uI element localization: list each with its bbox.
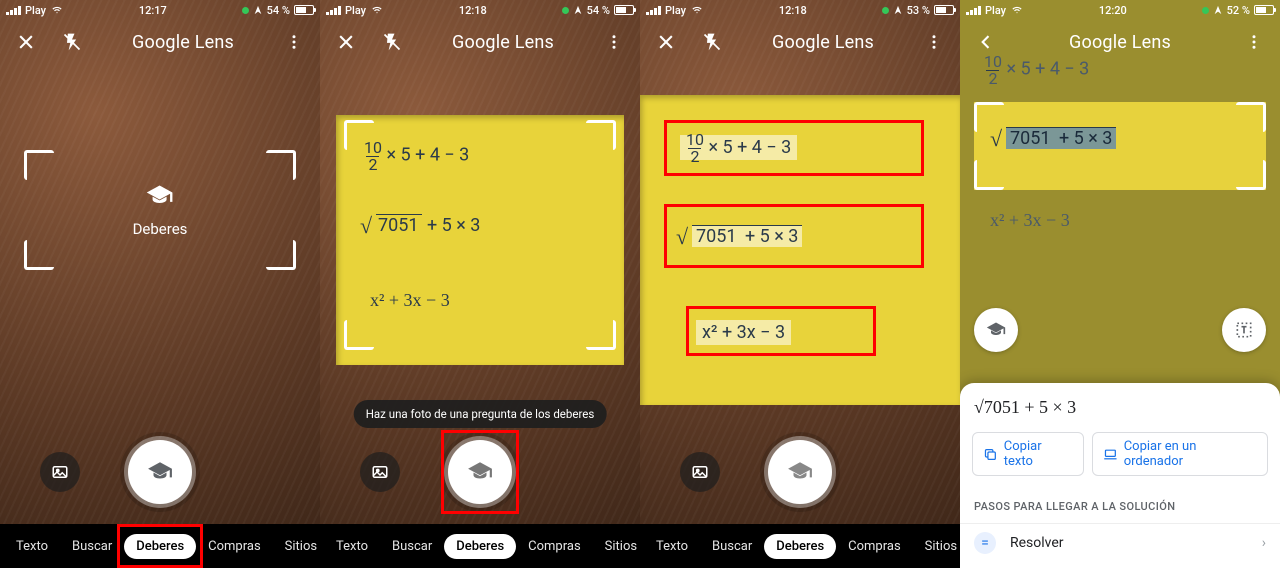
status-bar: Play 12:18 54 % [320, 0, 640, 20]
capture-controls [0, 440, 320, 504]
screen-4-solution: 102 × 5 + 4 − 3 7051 + 5 × 3 x² + 3x − 3… [960, 0, 1280, 568]
back-icon[interactable] [972, 28, 1000, 56]
recognized-math: √7051 + 5 × 3 [960, 383, 1280, 424]
app-title: Google Lens [132, 32, 234, 53]
mode-tab-texto[interactable]: Texto [4, 534, 60, 559]
more-icon[interactable] [920, 28, 948, 56]
app-bar: Google Lens [320, 20, 640, 64]
hint-tooltip: Haz una foto de una pregunta de los debe… [354, 400, 607, 428]
more-icon[interactable] [280, 28, 308, 56]
solve-label: Resolver [1010, 535, 1064, 551]
status-bar: Play 12:20 52 % [960, 0, 1280, 20]
text-select-fab[interactable] [1222, 308, 1266, 352]
app-bar: Google Lens [640, 20, 960, 64]
close-icon[interactable] [652, 28, 680, 56]
graduation-cap-icon [139, 182, 181, 210]
eq-3[interactable]: x² + 3x − 3 [696, 322, 791, 343]
close-icon[interactable] [12, 28, 40, 56]
eq-2[interactable]: 7051 + 5 × 3 [680, 226, 960, 247]
chevron-right-icon: › [1262, 535, 1266, 551]
mode-bar: Texto Buscar Deberes Compras Sitios [320, 524, 640, 568]
app-bar: Google Lens [0, 20, 320, 64]
battery-pct: 54 % [267, 4, 290, 17]
eq-1: 102 × 5 + 4 − 3 [364, 140, 469, 173]
eq-3-dim: x² + 3x − 3 [990, 210, 1070, 231]
mode-label: Deberes [133, 220, 188, 238]
chip-copy-to-pc[interactable]: Copiar en un ordenador [1092, 432, 1268, 476]
gallery-button[interactable] [40, 452, 80, 492]
solve-row[interactable]: = Resolver › [960, 523, 1280, 568]
copy-icon [983, 447, 998, 462]
gallery-button[interactable] [680, 452, 720, 492]
mode-tab-sitios[interactable]: Sitios [273, 534, 320, 559]
close-icon[interactable] [332, 28, 360, 56]
mode-bar: Texto Buscar Deberes Compras Sitios [0, 524, 320, 568]
screen-2-capture: 102 × 5 + 4 − 3 7051 + 5 × 3 x² + 3x − 3… [320, 0, 640, 568]
shutter-button[interactable] [128, 440, 192, 504]
shutter-button[interactable] [448, 440, 512, 504]
screen-3-detected: 102 × 5 + 4 − 3 7051 + 5 × 3 x² + 3x − 3… [640, 0, 960, 568]
clock: 12:20 [1099, 4, 1127, 17]
clock: 12:18 [459, 4, 487, 17]
graduation-cap-icon [986, 320, 1006, 340]
mode-tab-compras[interactable]: Compras [196, 534, 273, 559]
eq-2: 7051 + 5 × 3 [364, 215, 640, 236]
section-heading: PASOS PARA LLEGAR A LA SOLUCIÓN [960, 488, 1280, 523]
status-bar: Play 12:18 53 % [640, 0, 960, 20]
status-bar: Play 12:17 54 % [0, 0, 320, 20]
more-icon[interactable] [600, 28, 628, 56]
mode-fab[interactable] [974, 308, 1018, 352]
carrier-label: Play [25, 4, 46, 17]
eq-3: x² + 3x − 3 [370, 290, 450, 311]
laptop-icon [1103, 447, 1118, 462]
mode-tab-buscar[interactable]: Buscar [60, 534, 124, 559]
flash-off-icon[interactable] [58, 28, 86, 56]
flash-off-icon[interactable] [378, 28, 406, 56]
more-icon[interactable] [1240, 28, 1268, 56]
clock: 12:17 [139, 4, 167, 17]
mode-indicator: Deberes [133, 182, 188, 238]
eq-2-selected[interactable]: 7051 + 5 × 3 [994, 128, 1280, 149]
screen-1-homework-mode: Play 12:17 54 % Google Lens Deberes Text… [0, 0, 320, 568]
clock: 12:18 [779, 4, 807, 17]
equals-icon: = [974, 532, 996, 554]
shutter-button[interactable] [768, 440, 832, 504]
mode-bar: Texto Buscar Deberes Compras Sitios [640, 524, 960, 568]
gallery-button[interactable] [360, 452, 400, 492]
text-select-icon [1234, 320, 1254, 340]
eq-1[interactable]: 102 × 5 + 4 − 3 [680, 132, 797, 165]
mode-tab-deberes[interactable]: Deberes [124, 534, 196, 559]
chip-copy-text[interactable]: Copiar texto [972, 432, 1084, 476]
flash-off-icon[interactable] [698, 28, 726, 56]
graduation-cap-icon [147, 459, 173, 485]
result-sheet[interactable]: √7051 + 5 × 3 Copiar texto Copiar en un … [960, 383, 1280, 568]
app-bar: Google Lens [960, 20, 1280, 64]
